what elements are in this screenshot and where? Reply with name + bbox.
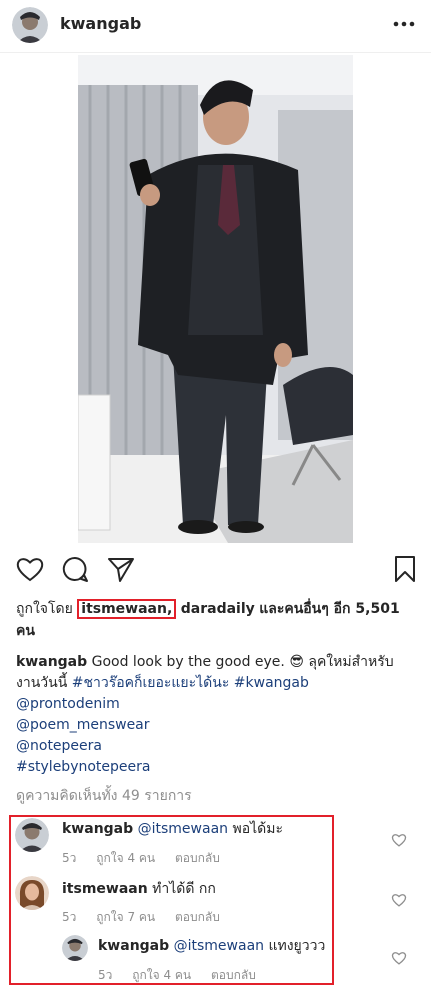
comment-time: 5ว [98, 968, 113, 982]
comment-like-heart-icon[interactable] [391, 950, 407, 966]
comment-likes-count[interactable]: ถูกใจ 4 คน [132, 968, 191, 982]
comment-mention[interactable]: @itsmewaan [138, 821, 228, 837]
likes-count[interactable]: และคนอื่นๆ อีก 5,501 [259, 601, 399, 617]
likes-count-unit: คน [16, 623, 35, 639]
bookmark-icon[interactable] [390, 554, 420, 584]
likes-prefix: ถูกใจโดย [16, 601, 73, 617]
comment-bubble-icon[interactable] [60, 554, 90, 584]
comment-reply: kwangab @itsmewaan แทงยูววว [98, 937, 325, 956]
caption-hashtag[interactable]: #ชาวร๊อคก็เยอะแยะได้นะ [72, 675, 230, 691]
comment: kwangab @itsmewaan พอได้มะ [62, 820, 283, 839]
comment-likes-count[interactable]: ถูกใจ 7 คน [96, 910, 155, 924]
comment-reply-button[interactable]: ตอบกลับ [211, 968, 256, 982]
caption-hashtag[interactable]: #kwangab [234, 675, 309, 691]
comment-mention[interactable]: @itsmewaan [174, 938, 264, 954]
comment-text: พอได้มะ [232, 821, 283, 837]
liker-username[interactable]: daradaily [181, 601, 255, 617]
caption-mention[interactable]: @notepeera [16, 736, 416, 757]
author-username[interactable]: kwangab [60, 14, 141, 33]
caption-hashtag[interactable]: #stylebynotepeera [16, 757, 416, 778]
more-options-icon[interactable] [391, 12, 417, 36]
comment-like-heart-icon[interactable] [391, 832, 407, 848]
view-all-comments-link[interactable]: ดูความคิดเห็นทั้ง 49 รายการ [16, 785, 192, 807]
comment-username[interactable]: itsmewaan [62, 881, 148, 897]
comment-username[interactable]: kwangab [98, 938, 169, 954]
likes-summary: ถูกใจโดย itsmewaan, daradaily และคนอื่นๆ… [16, 598, 416, 642]
commenter-avatar[interactable] [15, 818, 49, 852]
commenter-avatar[interactable] [15, 876, 49, 910]
comment-reply-button[interactable]: ตอบกลับ [175, 851, 220, 865]
post-caption: kwangab Good look by the good eye. 😎 ลุค… [16, 652, 416, 778]
comment-time: 5ว [62, 910, 77, 924]
action-bar [0, 552, 431, 588]
share-paper-plane-icon[interactable] [106, 554, 136, 584]
comment-text: ทำได้ดี กก [152, 881, 216, 897]
comment-like-heart-icon[interactable] [391, 892, 407, 908]
caption-mention[interactable]: @prontodenim [16, 694, 416, 715]
like-heart-icon[interactable] [15, 554, 45, 584]
comment-meta: 5ว ถูกใจ 7 คน ตอบกลับ [62, 908, 236, 927]
comments-highlight-box [9, 815, 334, 985]
caption-mention[interactable]: @poem_menswear [16, 715, 416, 736]
comment-likes-count[interactable]: ถูกใจ 4 คน [96, 851, 155, 865]
caption-username[interactable]: kwangab [16, 654, 87, 670]
post-photo[interactable] [78, 55, 353, 543]
comment: itsmewaan ทำได้ดี กก [62, 880, 216, 899]
comment-meta: 5ว ถูกใจ 4 คน ตอบกลับ [98, 966, 272, 985]
comment-time: 5ว [62, 851, 77, 865]
commenter-avatar[interactable] [62, 935, 88, 961]
author-avatar[interactable] [12, 7, 48, 43]
comment-reply-button[interactable]: ตอบกลับ [175, 910, 220, 924]
post-header: kwangab [0, 0, 431, 53]
liker-highlighted-username[interactable]: itsmewaan, [77, 599, 177, 619]
comment-meta: 5ว ถูกใจ 4 คน ตอบกลับ [62, 849, 236, 868]
comment-username[interactable]: kwangab [62, 821, 133, 837]
comment-text: แทงยูววว [268, 938, 326, 954]
